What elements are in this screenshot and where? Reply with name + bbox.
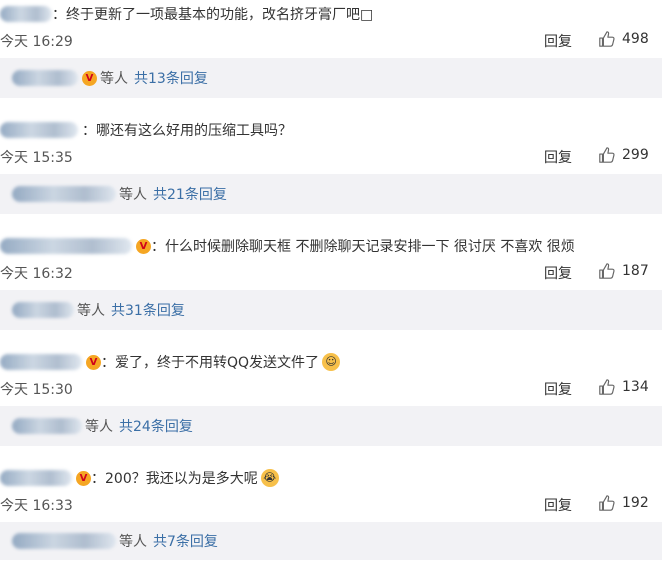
comment-item: ：哪还有这么好用的压缩工具吗？ 今天 15:35 回复 299 等人 共21条回…	[0, 116, 670, 232]
reply-button[interactable]: 回复	[544, 263, 572, 283]
sub-replies-bar[interactable]: 等人 共13条回复	[0, 58, 662, 98]
comment-line: ：什么时候删除聊天框 不删除聊天记录安排一下 很讨厌 不喜欢 很烦	[0, 232, 670, 260]
thumbs-up-icon	[599, 379, 615, 395]
comment-text: ：200？我还以为是多大呢	[91, 471, 258, 487]
like-button[interactable]: 299	[598, 146, 649, 164]
comment-text: ：什么时候删除聊天框 不删除聊天记录安排一下 很讨厌 不喜欢 很烦	[151, 239, 575, 255]
thumbs-up-icon	[599, 147, 615, 163]
sub-username-blurred	[12, 533, 116, 549]
sub-replies-bar[interactable]: 等人 共24条回复	[0, 406, 662, 446]
vip-badge-icon	[136, 238, 151, 254]
thumbs-up-icon	[599, 263, 615, 279]
comment-time: 今天 16:32	[0, 266, 73, 282]
comment-meta: 今天 15:35 回复 299	[0, 144, 670, 170]
like-button[interactable]: 134	[598, 378, 649, 396]
comment-item: ：200？我还以为是多大呢 😭 今天 16:33 回复 192 等人 共7条回复	[0, 464, 670, 580]
comment-line: ：哪还有这么好用的压缩工具吗？	[0, 116, 670, 144]
emoji-icon: ☺	[322, 353, 341, 371]
like-button[interactable]: 187	[598, 262, 649, 280]
like-button[interactable]: 192	[598, 494, 649, 512]
vip-badge-icon	[86, 354, 101, 370]
sub-total-link[interactable]: 共24条回复	[119, 416, 193, 436]
sub-replies-bar[interactable]: 等人 共7条回复	[0, 522, 662, 560]
username-blurred[interactable]	[0, 122, 78, 138]
sub-total-link[interactable]: 共7条回复	[153, 531, 218, 551]
comment-time: 今天 15:35	[0, 150, 73, 166]
username-blurred[interactable]	[0, 6, 52, 22]
comment-item: ：爱了，终于不用转QQ发送文件了 ☺ 今天 15:30 回复 134 等人 共2…	[0, 348, 670, 464]
comment-line: ：200？我还以为是多大呢 😭	[0, 464, 670, 492]
like-count: 187	[622, 263, 649, 279]
emoji-icon: 😭	[260, 469, 279, 487]
thumbs-up-icon	[599, 495, 615, 511]
sub-dengren: 等人	[100, 71, 128, 87]
like-button[interactable]: 498	[598, 30, 649, 48]
sub-username-blurred	[12, 186, 116, 202]
sub-dengren: 等人	[119, 187, 147, 203]
like-count: 299	[622, 147, 649, 163]
vip-badge-icon	[76, 470, 91, 486]
sub-dengren: 等人	[85, 419, 113, 435]
sub-total-link[interactable]: 共31条回复	[111, 300, 185, 320]
username-blurred[interactable]	[0, 354, 82, 370]
username-blurred[interactable]	[0, 470, 72, 486]
sub-replies-bar[interactable]: 等人 共31条回复	[0, 290, 662, 330]
comment-meta: 今天 16:33 回复 192	[0, 492, 670, 518]
comment-meta: 今天 16:29 回复 498	[0, 28, 670, 54]
like-count: 192	[622, 495, 649, 511]
comment-time: 今天 16:29	[0, 34, 73, 50]
sub-total-link[interactable]: 共13条回复	[134, 68, 208, 88]
comment-meta: 今天 16:32 回复 187	[0, 260, 670, 286]
reply-button[interactable]: 回复	[544, 31, 572, 51]
comment-line: ：爱了，终于不用转QQ发送文件了 ☺	[0, 348, 670, 376]
vip-badge-icon	[82, 70, 97, 86]
sub-username-blurred	[12, 418, 82, 434]
username-blurred[interactable]	[0, 238, 132, 254]
reply-button[interactable]: 回复	[544, 379, 572, 399]
sub-dengren: 等人	[119, 534, 147, 550]
like-count: 498	[622, 31, 649, 47]
sub-total-link[interactable]: 共21条回复	[153, 184, 227, 204]
sub-dengren: 等人	[77, 303, 105, 319]
comment-text: ：终于更新了一项最基本的功能，改名挤牙膏厂吧□	[52, 7, 374, 23]
reply-button[interactable]: 回复	[544, 147, 572, 167]
comment-item: ：终于更新了一项最基本的功能，改名挤牙膏厂吧□ 今天 16:29 回复 498 …	[0, 0, 670, 116]
sub-username-blurred	[12, 302, 74, 318]
comment-item: ：什么时候删除聊天框 不删除聊天记录安排一下 很讨厌 不喜欢 很烦 今天 16:…	[0, 232, 670, 348]
comment-time: 今天 15:30	[0, 382, 73, 398]
sub-username-blurred	[12, 70, 78, 86]
comment-time: 今天 16:33	[0, 498, 73, 514]
thumbs-up-icon	[599, 31, 615, 47]
like-count: 134	[622, 379, 649, 395]
comment-meta: 今天 15:30 回复 134	[0, 376, 670, 402]
reply-button[interactable]: 回复	[544, 495, 572, 515]
comment-line: ：终于更新了一项最基本的功能，改名挤牙膏厂吧□	[0, 0, 670, 28]
sub-replies-bar[interactable]: 等人 共21条回复	[0, 174, 662, 214]
comment-text: ：爱了，终于不用转QQ发送文件了	[101, 355, 320, 371]
comment-text: ：哪还有这么好用的压缩工具吗？	[82, 123, 292, 139]
